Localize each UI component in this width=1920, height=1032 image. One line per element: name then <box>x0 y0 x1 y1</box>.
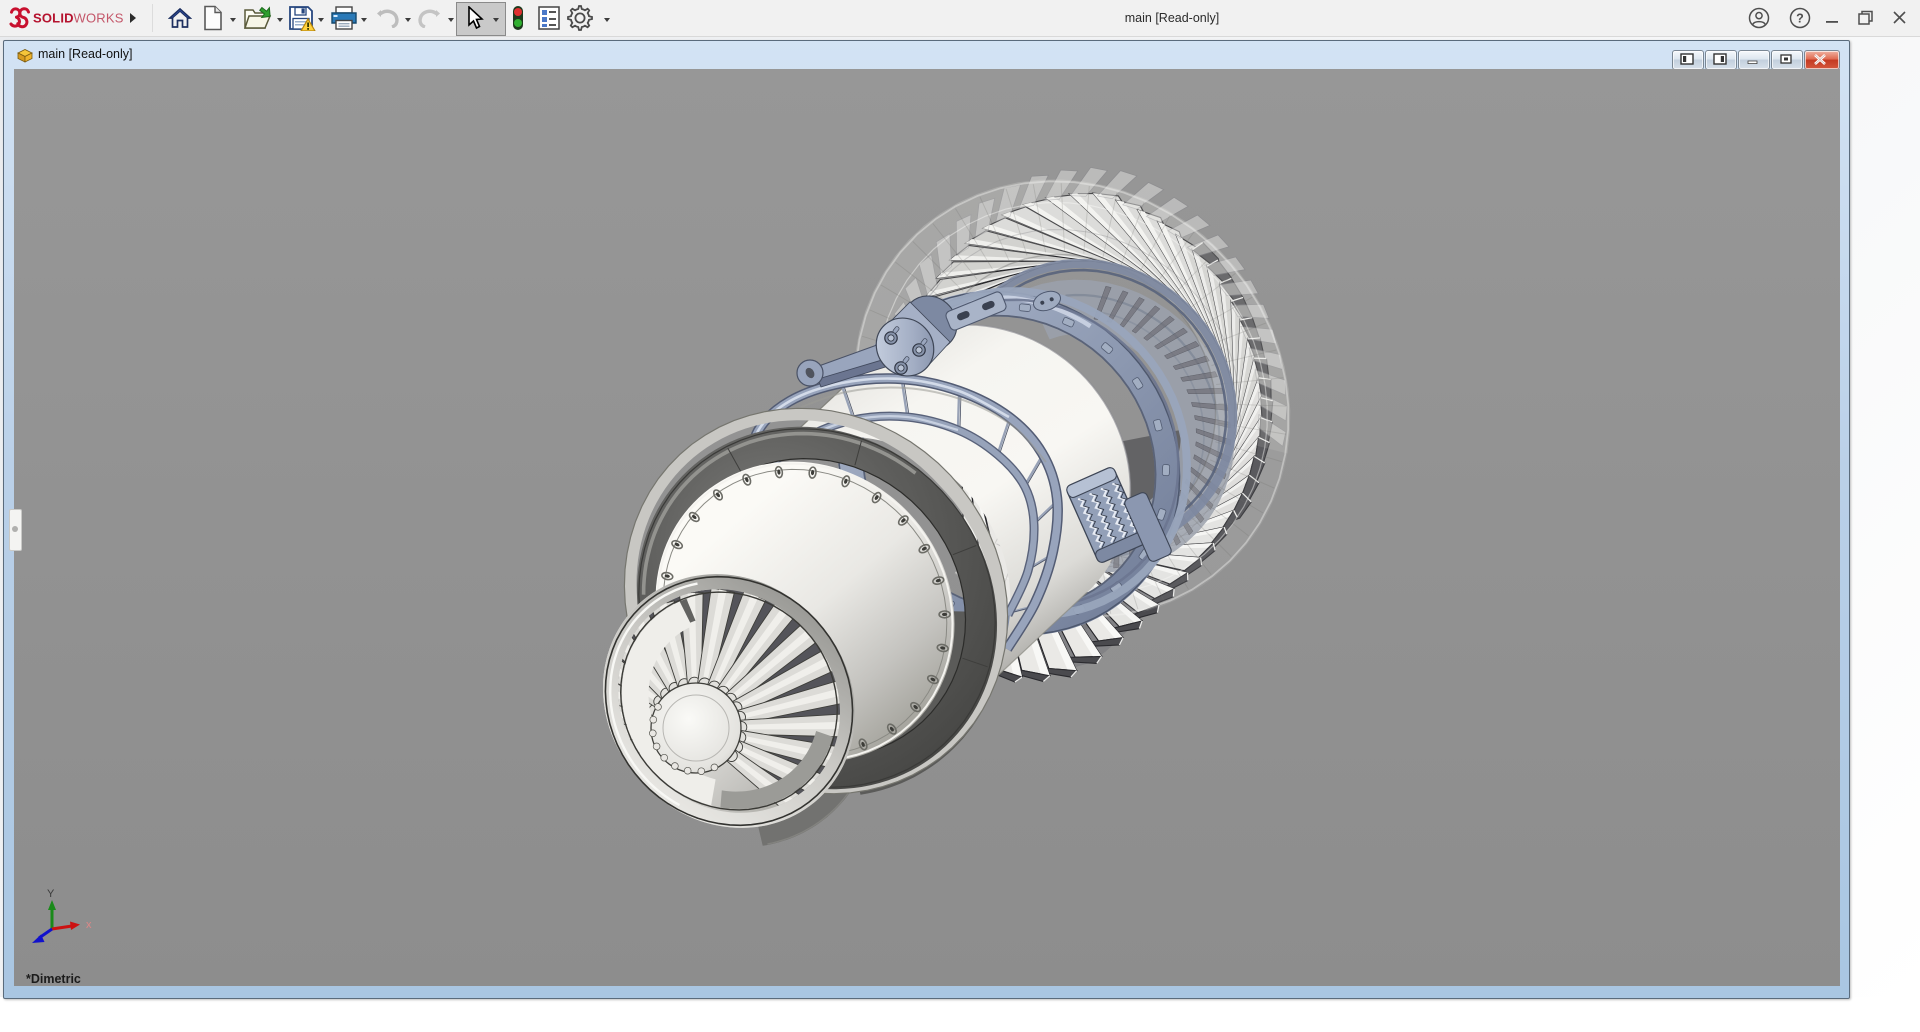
svg-text:WORKS: WORKS <box>74 11 124 26</box>
svg-text:*Dimetric: *Dimetric <box>26 972 81 986</box>
svg-text:SOLID: SOLID <box>33 11 74 26</box>
svg-text:Y: Y <box>47 888 55 900</box>
svg-text:?: ? <box>1796 11 1804 25</box>
svg-text:x: x <box>86 919 92 931</box>
